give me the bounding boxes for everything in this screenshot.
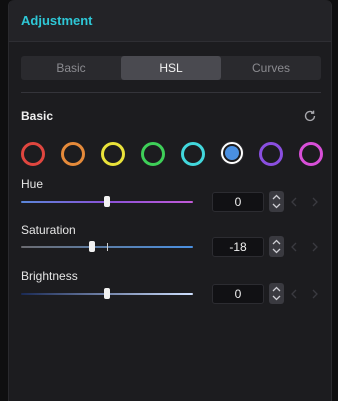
chevron-up-icon (272, 239, 281, 245)
brightness-slider[interactable] (21, 288, 193, 299)
chevron-down-icon (272, 295, 281, 301)
saturation-slider[interactable] (21, 241, 193, 252)
tab-curves[interactable]: Curves (221, 56, 321, 80)
hue-slider-thumb[interactable] (104, 196, 110, 207)
hue-label: Hue (21, 177, 44, 191)
brightness-label: Brightness (21, 269, 78, 283)
hue-slider[interactable] (21, 196, 193, 207)
saturation-default-tick (107, 243, 108, 251)
color-swatches (21, 142, 323, 168)
section-title: Basic (21, 109, 54, 123)
chevron-down-icon (272, 203, 281, 209)
hue-value-field[interactable]: 0 (212, 192, 264, 212)
adjustment-panel: Adjustment Basic HSL Curves Basic Hue 0 … (8, 0, 332, 401)
tab-hsl[interactable]: HSL (121, 56, 221, 80)
saturation-stepper[interactable] (269, 236, 284, 257)
swatch-magenta[interactable] (299, 142, 323, 166)
tab-basic[interactable]: Basic (21, 56, 121, 80)
chevron-right-icon[interactable] (310, 197, 319, 207)
swatch-red[interactable] (21, 142, 45, 166)
brightness-value-field[interactable]: 0 (212, 284, 264, 304)
divider (21, 92, 321, 93)
saturation-slider-thumb[interactable] (88, 241, 95, 252)
swatch-blue-fill (225, 146, 239, 160)
brightness-stepper[interactable] (269, 283, 284, 304)
chevron-right-icon[interactable] (310, 289, 319, 299)
hue-stepper[interactable] (269, 191, 284, 212)
chevron-up-icon (272, 194, 281, 200)
swatch-blue[interactable] (221, 142, 243, 164)
brightness-slider-thumb[interactable] (104, 288, 110, 299)
swatch-green[interactable] (141, 142, 165, 166)
chevron-up-icon (272, 286, 281, 292)
swatch-yellow[interactable] (101, 142, 125, 166)
saturation-label: Saturation (21, 223, 76, 237)
panel-header: Adjustment (9, 0, 331, 42)
saturation-value-field[interactable]: -18 (212, 237, 264, 257)
swatch-orange[interactable] (61, 142, 85, 166)
chevron-left-icon[interactable] (290, 289, 299, 299)
reset-icon[interactable] (302, 108, 318, 124)
chevron-down-icon (272, 248, 281, 254)
swatch-cyan[interactable] (181, 142, 205, 166)
chevron-left-icon[interactable] (290, 197, 299, 207)
swatch-purple[interactable] (259, 142, 283, 166)
chevron-right-icon[interactable] (310, 242, 319, 252)
tab-bar: Basic HSL Curves (21, 56, 321, 80)
panel-title: Adjustment (21, 13, 93, 28)
chevron-left-icon[interactable] (290, 242, 299, 252)
